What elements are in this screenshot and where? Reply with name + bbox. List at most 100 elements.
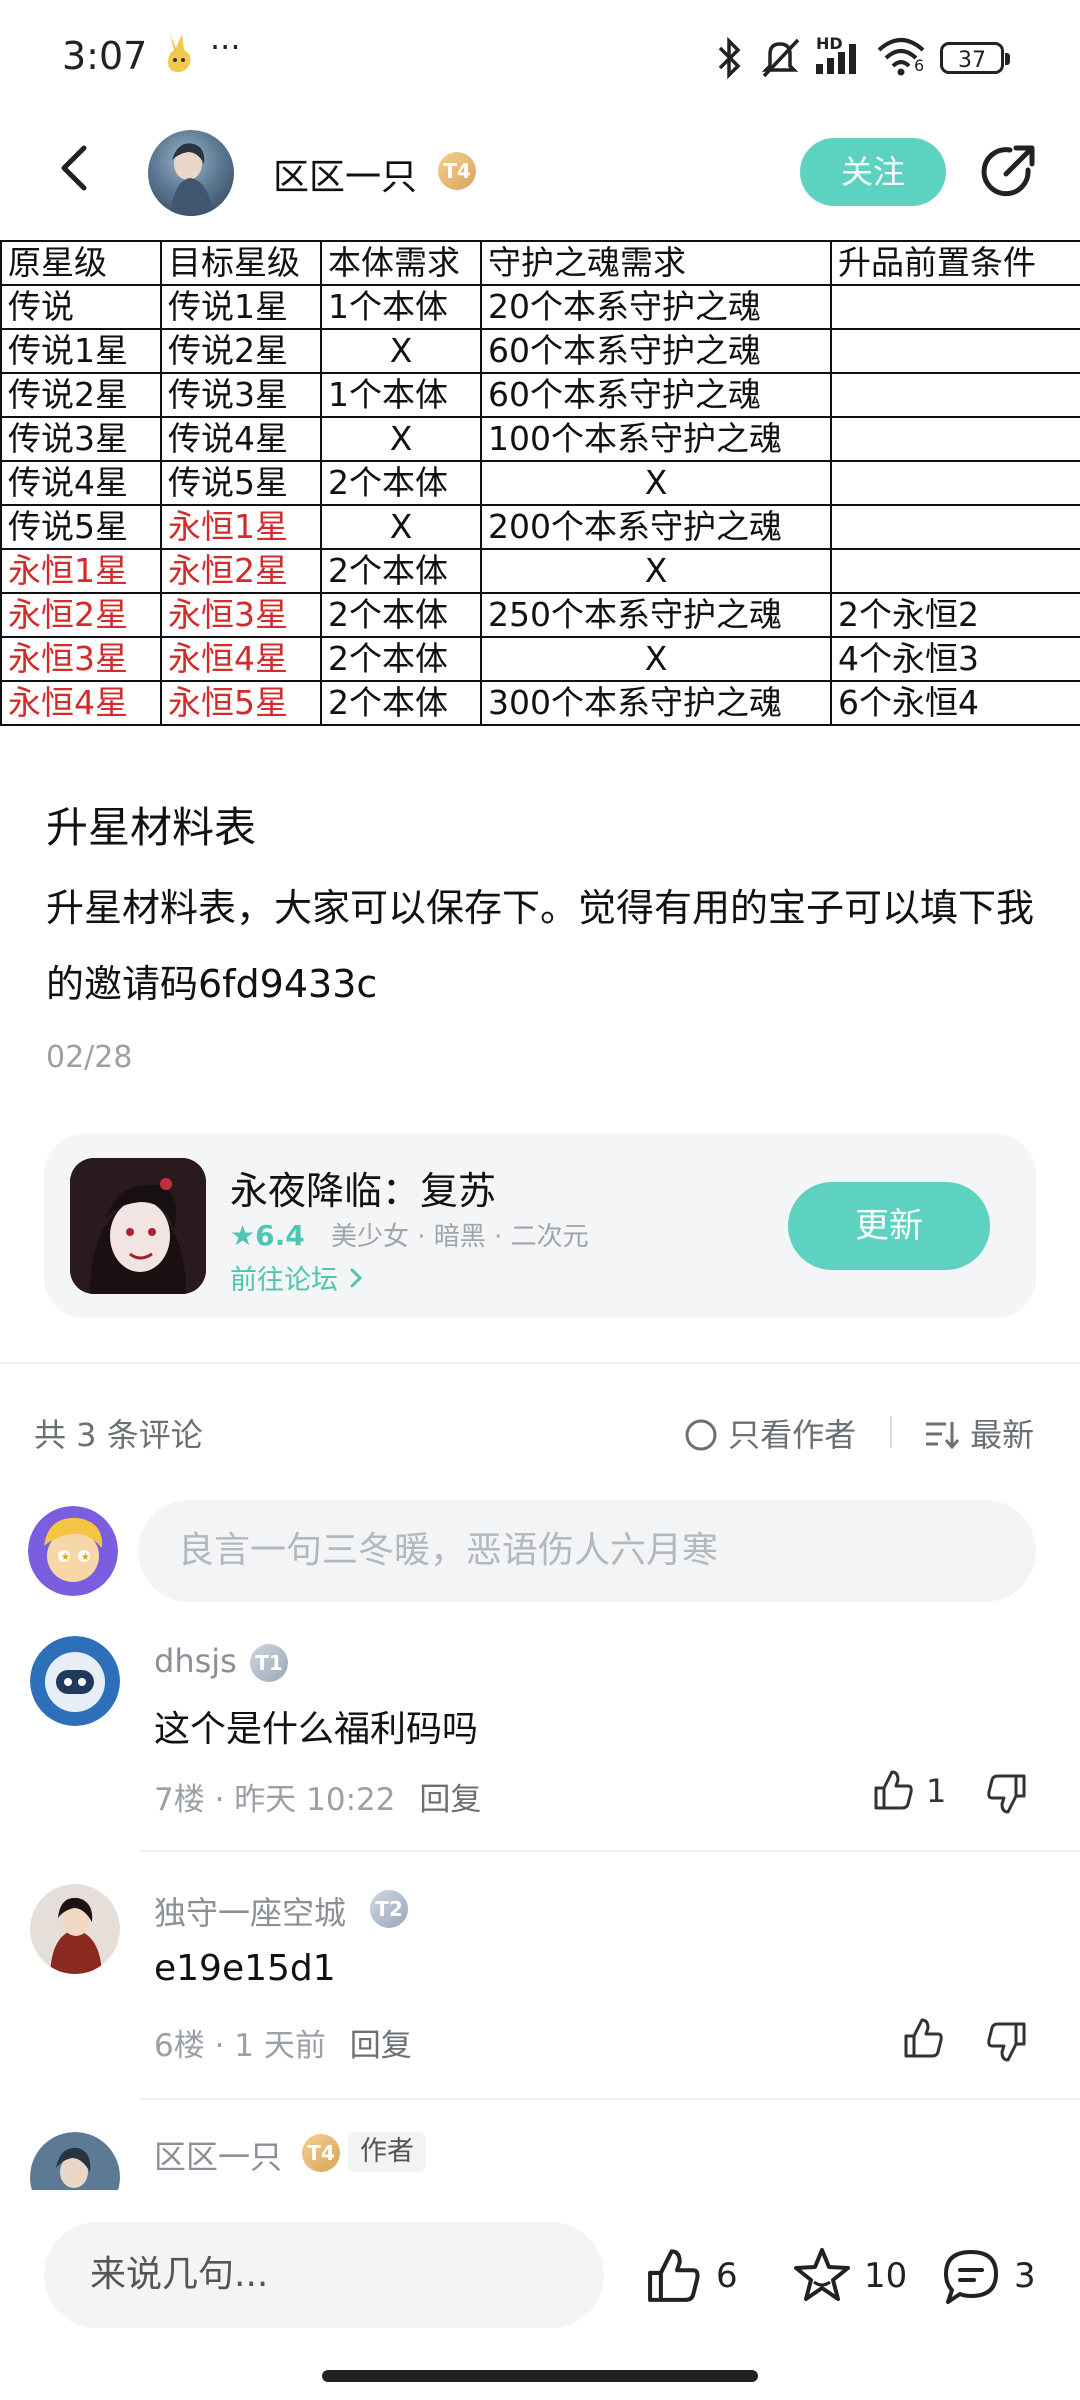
comment-meta: 6楼 · 1 天前 回复 <box>154 2020 412 2065</box>
comment-username[interactable]: dhsjs <box>154 1642 237 1680</box>
table-cell: 传说2星 <box>0 372 162 418</box>
cellular-signal-icon <box>816 44 864 78</box>
avatar[interactable] <box>30 1636 120 1726</box>
thumb-up-icon[interactable] <box>870 1768 916 1818</box>
table-cell: X <box>320 328 482 374</box>
section-divider <box>0 1362 1080 1364</box>
table-cell <box>830 460 1080 506</box>
comment-text: 这个是什么福利码吗 <box>154 1709 479 1750</box>
author-avatar[interactable] <box>148 130 234 216</box>
table-row: 传说 传说1星 1个本体 20个本系守护之魂 <box>0 284 1080 330</box>
table-cell: 永恒5星 <box>160 680 322 726</box>
only-author-toggle[interactable]: 只看作者 <box>684 1410 856 1460</box>
like-icon[interactable] <box>642 2246 704 2312</box>
table-cell: 传说5星 <box>0 504 162 550</box>
table-row: 永恒2星 永恒3星 2个本体 250个本系守护之魂 2个永恒2 <box>0 592 1080 638</box>
home-indicator[interactable] <box>322 2370 758 2382</box>
table-row: 传说5星 永恒1星 X 200个本系守护之魂 <box>0 504 1080 550</box>
reply-button[interactable]: 回复 <box>419 1782 481 1818</box>
table-row: 传说2星 传说3星 1个本体 60个本系守护之魂 <box>0 372 1080 418</box>
table-cell: 20个本系守护之魂 <box>480 284 832 330</box>
thumb-up-icon[interactable] <box>900 2016 946 2066</box>
favorite-star-icon[interactable] <box>790 2244 854 2312</box>
comment-floor-time: 6楼 · 1 天前 <box>154 2028 326 2064</box>
header-cell: 本体需求 <box>320 240 482 286</box>
table-cell: 永恒1星 <box>160 504 322 550</box>
user-level-badge: T2 <box>370 1890 408 1928</box>
post-date: 02/28 <box>46 1040 133 1075</box>
table-cell: 1个本体 <box>320 372 482 418</box>
wifi-standard-label: 6 <box>914 56 925 75</box>
table-cell: 60个本系守护之魂 <box>480 328 832 374</box>
table-cell: 传说3星 <box>160 372 322 418</box>
favorite-count: 10 <box>864 2256 908 2296</box>
chevron-right-icon <box>347 1266 365 1297</box>
table-cell: 300个本系守护之魂 <box>480 680 832 726</box>
avatar[interactable] <box>30 1884 120 1974</box>
bottom-action-bar: 来说几句... 6 10 3 <box>0 2190 1080 2400</box>
table-cell: 永恒3星 <box>0 636 162 682</box>
header-cell: 守护之魂需求 <box>480 240 832 286</box>
thumb-down-icon[interactable] <box>984 1770 1030 1820</box>
table-cell: X <box>320 416 482 462</box>
table-cell: 传说3星 <box>0 416 162 462</box>
follow-button[interactable]: 关注 <box>800 138 946 206</box>
bluetooth-icon <box>716 36 744 84</box>
svg-text:★: ★ <box>61 1552 70 1563</box>
author-name[interactable]: 区区一只 <box>273 148 417 200</box>
my-avatar[interactable]: ★ ★ <box>28 1506 118 1596</box>
app-notification-icon <box>162 30 196 74</box>
star-material-table-image[interactable]: 原星级 目标星级 本体需求 守护之魂需求 升品前置条件 传说 传说1星 1个本体… <box>0 240 1080 726</box>
author-tag: 作者 <box>348 2132 426 2172</box>
table-cell: 传说2星 <box>160 328 322 374</box>
bottom-comment-input[interactable]: 来说几句... <box>44 2222 604 2328</box>
sort-label: 最新 <box>970 1416 1035 1454</box>
game-icon[interactable] <box>70 1158 206 1294</box>
comment-username[interactable]: 区区一只 <box>154 2132 282 2178</box>
header-separator <box>890 1416 892 1448</box>
table-cell: 6个永恒4 <box>830 680 1080 726</box>
mute-vibrate-icon <box>756 36 804 84</box>
table-cell: 永恒4星 <box>0 680 162 726</box>
sort-latest-button[interactable]: 最新 <box>924 1410 1034 1458</box>
post-header: 区区一只 T4 关注 <box>0 118 1080 228</box>
comment-divider <box>140 1850 1080 1852</box>
game-name[interactable]: 永夜降临：复苏 <box>230 1160 496 1215</box>
table-cell: 传说1星 <box>0 328 162 374</box>
svg-text:★: ★ <box>81 1552 90 1563</box>
game-card[interactable]: 永夜降临：复苏 ★6.4 美少女 · 暗黑 · 二次元 前往论坛 更新 <box>44 1134 1036 1318</box>
table-cell <box>830 504 1080 550</box>
comment-bubble-icon[interactable] <box>940 2246 1002 2312</box>
like-count: 1 <box>926 1772 947 1810</box>
user-level-badge: T4 <box>302 2134 340 2172</box>
table-cell: X <box>480 460 832 506</box>
table-cell <box>830 548 1080 594</box>
table-cell: 传说 <box>0 284 162 330</box>
clock: 3:07 <box>62 34 148 78</box>
table-cell: 2个本体 <box>320 636 482 682</box>
comment-input[interactable]: 良言一句三冬暖，恶语伤人六月寒 <box>138 1500 1036 1602</box>
thumb-down-icon[interactable] <box>984 2018 1030 2068</box>
table-cell <box>830 328 1080 374</box>
more-notifications-dots: ··· <box>210 28 241 66</box>
table-row: 永恒4星 永恒5星 2个本体 300个本系守护之魂 6个永恒4 <box>0 680 1080 726</box>
table-header-row: 原星级 目标星级 本体需求 守护之魂需求 升品前置条件 <box>0 240 1080 286</box>
table-row: 传说3星 传说4星 X 100个本系守护之魂 <box>0 416 1080 462</box>
back-arrow-icon[interactable] <box>50 142 102 194</box>
comment-username[interactable]: 独守一座空城 <box>154 1888 346 1934</box>
avatar[interactable] <box>30 2132 120 2190</box>
reply-button[interactable]: 回复 <box>350 2028 412 2064</box>
table-cell: 250个本系守护之魂 <box>480 592 832 638</box>
table-cell: 永恒3星 <box>160 592 322 638</box>
forum-link[interactable]: 前往论坛 <box>230 1258 365 1297</box>
like-count: 6 <box>716 2256 738 2296</box>
table-cell: 2个本体 <box>320 592 482 638</box>
share-icon[interactable] <box>976 140 1040 204</box>
user-level-badge: T1 <box>250 1644 288 1682</box>
update-button[interactable]: 更新 <box>788 1182 990 1270</box>
post-body: 升星材料表，大家可以保存下。觉得有用的宝子可以填下我的邀请码6fd9433c <box>46 886 1035 1006</box>
table-cell: 100个本系守护之魂 <box>480 416 832 462</box>
radio-circle-icon <box>684 1418 718 1460</box>
header-cell: 目标星级 <box>160 240 322 286</box>
table-cell <box>830 416 1080 462</box>
